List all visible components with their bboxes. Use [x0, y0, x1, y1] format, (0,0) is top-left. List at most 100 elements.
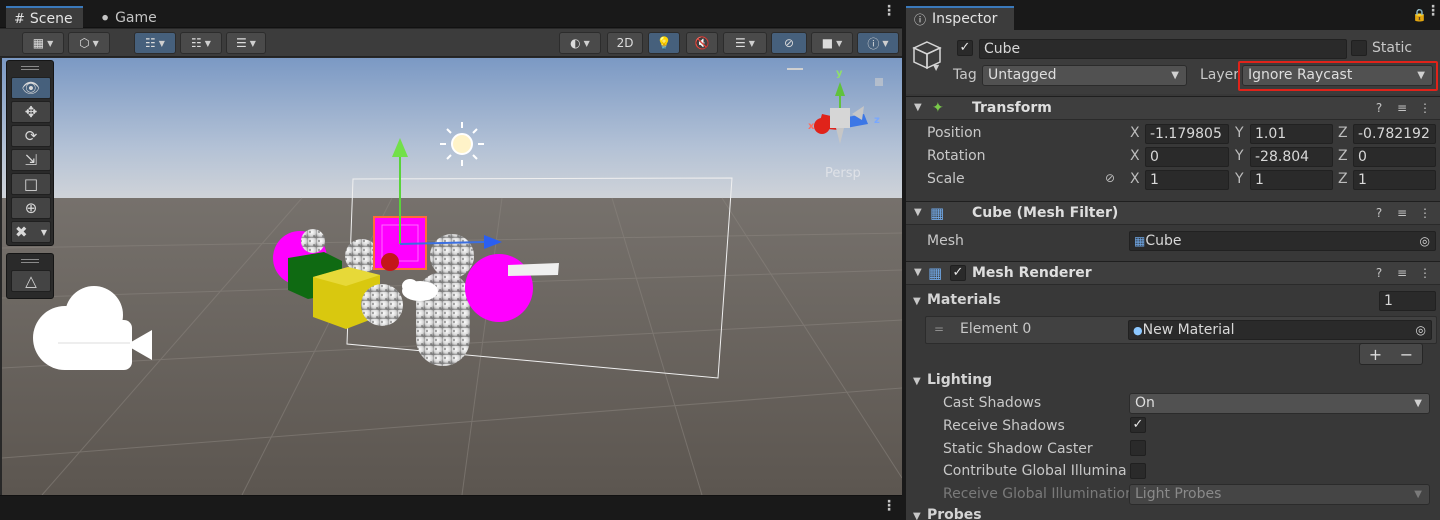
element0-material-field[interactable]: ●New Material ◎	[1128, 320, 1432, 340]
red-sphere[interactable]	[381, 253, 399, 271]
remove-material-button[interactable]: −	[1400, 345, 1413, 364]
rotation-x-field[interactable]: 0	[1145, 147, 1229, 167]
tool-palette-grip[interactable]	[7, 61, 53, 75]
transform-header-icons: ? ≡ ⋮	[1372, 101, 1432, 115]
inspector-menu-icon[interactable]: ⋮	[1426, 4, 1440, 18]
marble-sphere-small[interactable]	[301, 229, 325, 253]
static-shadow-caster-checkbox[interactable]	[1130, 440, 1146, 456]
component-menu-icon[interactable]: ⋮	[1418, 101, 1432, 115]
move-arrows-icon: ✥	[24, 103, 38, 121]
cast-shadows-dropdown[interactable]: On ▼	[1129, 393, 1430, 414]
unlinked-scale-icon[interactable]: ⊘	[1105, 171, 1115, 185]
marble-sphere-right[interactable]	[430, 234, 474, 278]
position-z-field[interactable]: -0.782192	[1353, 124, 1436, 144]
icon-chevron-down-icon[interactable]: ▼	[933, 63, 939, 72]
magenta-sphere-right[interactable]	[465, 254, 533, 322]
receive-shadows-label: Receive Shadows	[943, 418, 1065, 434]
tab-game-label: Game	[115, 10, 157, 26]
rect-tool-button[interactable]: □	[11, 173, 51, 195]
component-palette-grip[interactable]	[7, 254, 53, 268]
rect-transform-icon: □	[23, 175, 39, 193]
scale-icon: ⇲	[24, 151, 38, 169]
white-plank[interactable]	[508, 263, 559, 276]
rotation-y-field[interactable]: -28.804	[1250, 147, 1333, 167]
grid-toggle-button[interactable]: ☷ ▼	[134, 32, 176, 54]
projection-label[interactable]: Persp	[825, 166, 861, 181]
lock-icon[interactable]: 🔒	[1412, 8, 1427, 22]
position-label: Position	[927, 125, 982, 141]
tab-inspector[interactable]: ⓘ Inspector	[906, 6, 1014, 30]
preset-sliders-icon[interactable]: ≡	[1395, 206, 1409, 220]
materials-fold-icon[interactable]: ▼	[913, 296, 921, 307]
draw-mode-button[interactable]: ▦ ▼	[22, 32, 64, 54]
contribute-gi-checkbox[interactable]	[1130, 463, 1146, 479]
tab-game[interactable]: ⚫ Game	[92, 6, 167, 28]
gizmos-button[interactable]: ⓘ ▼	[857, 32, 899, 54]
sphere-icon: ◐	[570, 36, 581, 50]
tag-dropdown[interactable]: Untagged ▼	[982, 65, 1187, 86]
scene-viewport[interactable]: y x z Persp	[2, 58, 902, 495]
scene-menu-icon[interactable]: ⋮	[882, 4, 896, 18]
transform-tool-button[interactable]: ⊕	[11, 197, 51, 219]
preset-sliders-icon[interactable]: ≡	[1395, 266, 1409, 280]
custom-tool-button[interactable]: ✖ ▼	[11, 221, 51, 243]
effects-button[interactable]: ☰ ▼	[723, 32, 767, 54]
add-material-button[interactable]: +	[1369, 345, 1382, 364]
rotation-z-field[interactable]: 0	[1353, 147, 1436, 167]
layer-label: Layer	[1200, 67, 1240, 83]
help-icon[interactable]: ?	[1372, 101, 1386, 115]
scale-z-field[interactable]: 1	[1353, 170, 1436, 190]
receive-gi-label: Receive Global Illumination	[943, 486, 1134, 502]
rotate-tool-button[interactable]: ⟳	[11, 125, 51, 147]
renderer-enabled-checkbox[interactable]: ✓	[950, 265, 966, 281]
materials-label[interactable]: Materials	[927, 292, 1001, 308]
scale-y-field[interactable]: 1	[1250, 170, 1333, 190]
marble-sphere-front[interactable]	[361, 284, 403, 326]
mesh-filter-header[interactable]: ▼ ▦ Cube (Mesh Filter) ? ≡ ⋮	[906, 201, 1440, 225]
preset-sliders-icon[interactable]: ≡	[1395, 101, 1409, 115]
lighting-toggle-button[interactable]: 💡	[648, 32, 680, 54]
lighting-fold-icon[interactable]: ▼	[913, 376, 921, 387]
tab-scene[interactable]: # Scene	[6, 6, 83, 28]
component-menu-icon[interactable]: ⋮	[1418, 266, 1432, 280]
audio-toggle-button[interactable]: 🔇	[686, 32, 718, 54]
materials-size-field[interactable]: 1	[1379, 291, 1436, 311]
render-mode-button[interactable]: ◐ ▼	[559, 32, 601, 54]
help-icon[interactable]: ?	[1372, 266, 1386, 280]
position-x-field[interactable]: -1.179805	[1145, 124, 1229, 144]
mode-2d-button[interactable]: 2D	[607, 32, 643, 54]
component-menu-icon[interactable]: ⋮	[1418, 206, 1432, 220]
probes-fold-icon[interactable]: ▼	[913, 511, 921, 520]
bottom-menu-icon[interactable]: ⋮	[882, 499, 896, 513]
scale-tool-button[interactable]: ⇲	[11, 149, 51, 171]
mesh-renderer-header-icons: ? ≡ ⋮	[1372, 266, 1432, 280]
lighting-label[interactable]: Lighting	[927, 372, 992, 388]
edit-collider-button[interactable]: △	[11, 270, 51, 292]
increment-snap-button[interactable]: ☰ ▼	[226, 32, 266, 54]
visibility-toggle-button[interactable]: ⊘	[771, 32, 807, 54]
shading-button[interactable]: ⬡ ▼	[68, 32, 110, 54]
static-checkbox[interactable]	[1351, 40, 1367, 56]
snap-button[interactable]: ☷ ▼	[180, 32, 222, 54]
scale-x-field[interactable]: 1	[1145, 170, 1229, 190]
transform-title: Transform	[972, 100, 1052, 116]
move-tool-button[interactable]: ✥	[11, 101, 51, 123]
drag-handle-icon[interactable]: =	[934, 322, 944, 336]
object-picker-icon[interactable]: ◎	[1416, 321, 1426, 339]
receive-shadows-checkbox[interactable]: ✓	[1130, 417, 1146, 433]
eye-slash-icon: ⊘	[783, 36, 795, 50]
camera-settings-button[interactable]: ■ ▼	[811, 32, 853, 54]
gizmo-y-label: y	[836, 68, 843, 79]
object-picker-icon[interactable]: ◎	[1420, 232, 1430, 250]
active-checkbox[interactable]: ✓	[957, 40, 973, 56]
mesh-object-field[interactable]: ▦Cube ◎	[1129, 231, 1436, 251]
view-tool-button[interactable]: 👁	[11, 77, 51, 99]
transform-header[interactable]: ▼ ✦ Transform ? ≡ ⋮	[906, 96, 1440, 120]
position-y-field[interactable]: 1.01	[1250, 124, 1333, 144]
object-name-field[interactable]: Cube	[979, 39, 1347, 59]
mesh-renderer-header[interactable]: ▼ ▦ ✓ Mesh Renderer ? ≡ ⋮	[906, 261, 1440, 285]
probes-label[interactable]: Probes	[927, 507, 982, 520]
scale-x-axis: X	[1130, 171, 1140, 187]
help-icon[interactable]: ?	[1372, 206, 1386, 220]
mesh-filter-body: Mesh ▦Cube ◎	[906, 226, 1440, 260]
